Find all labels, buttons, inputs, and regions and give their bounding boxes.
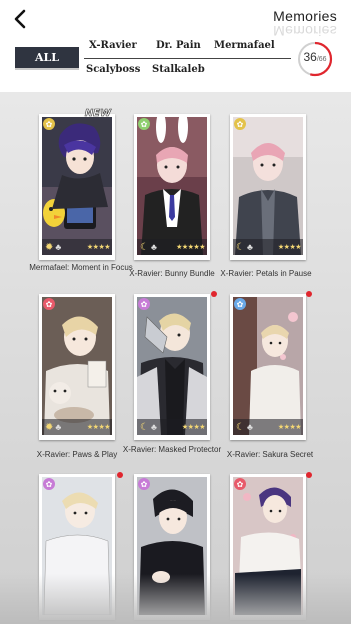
club-icon: ♣ [55, 422, 62, 432]
page-title: Memories [273, 8, 337, 24]
header: Memories Memories ALL X-Ravier Dr. Pain … [0, 0, 351, 92]
star-rating: ★★★★★ [176, 244, 205, 251]
rarity-badge-icon: ✿ [138, 118, 150, 130]
crescent-moon-icon: ☾ [140, 421, 149, 433]
star-rating: ★★★★ [277, 424, 302, 431]
club-icon: ♣ [55, 242, 62, 252]
rarity-badge-icon: ✿ [43, 478, 55, 490]
total-count: /66 [316, 56, 327, 63]
card-info-bar: ☾ ♣ ★★★★ [233, 419, 303, 435]
collection-counter: 36/66 [296, 40, 334, 78]
rarity-badge-icon: ✿ [43, 118, 55, 130]
star-rating: ★★★★ [181, 424, 206, 431]
rarity-badge-icon: ✿ [138, 478, 150, 490]
card-caption: X-Ravier: Sakura Secret [226, 450, 314, 459]
card-caption: X-Ravier: Petals in Pause [220, 269, 312, 278]
card-artwork [137, 117, 207, 255]
card-info-bar: ☾ ♣ ★★★★ [137, 419, 207, 435]
rarity-badge-icon: ✿ [234, 298, 246, 310]
rarity-badge-icon: ✿ [43, 298, 55, 310]
club-icon: ♣ [246, 422, 253, 432]
filter-divider [84, 58, 291, 59]
rarity-badge-icon: ✿ [234, 118, 246, 130]
rarity-badge-icon: ✿ [138, 298, 150, 310]
card-artwork [137, 297, 207, 435]
club-icon: ♣ [150, 242, 157, 252]
club-icon: ♣ [150, 422, 157, 432]
crescent-moon-icon: ☾ [236, 241, 245, 253]
crescent-moon-icon: ☾ [236, 421, 245, 433]
filter-mermafael[interactable]: Mermafael [214, 40, 275, 51]
sun-icon: ✹ [45, 241, 54, 253]
rarity-badge-icon: ✿ [234, 478, 246, 490]
filter-dr-pain[interactable]: Dr. Pain [156, 40, 201, 51]
filter-scalyboss[interactable]: Scalyboss [86, 64, 140, 75]
memory-card[interactable]: ✿ ☾ ♣ ★★★★ [230, 294, 306, 440]
card-info-bar: ☾ ♣ ★★★★★ [137, 239, 207, 255]
memory-card[interactable]: ✿ ☾ ♣ ★★★★★ [134, 114, 210, 260]
card-info-bar: ✹ ♣ ★★★★ [42, 239, 112, 255]
tab-all[interactable]: ALL [15, 47, 79, 68]
memory-card[interactable]: ✿ ☾ ♣ ★★★★ [230, 114, 306, 260]
page-title-reflection: Memories [273, 23, 337, 39]
notification-dot [117, 472, 123, 478]
card-artwork [42, 297, 112, 435]
memory-card[interactable]: ✿ ✹ ♣ ★★★★ [39, 294, 115, 440]
card-artwork [42, 117, 112, 255]
card-artwork [233, 117, 303, 255]
card-info-bar: ☾ ♣ ★★★★ [233, 239, 303, 255]
star-rating: ★★★★ [86, 244, 111, 251]
collected-count: 36 [303, 50, 317, 64]
star-rating: ★★★★ [86, 424, 111, 431]
crescent-moon-icon: ☾ [140, 241, 149, 253]
sun-icon: ✹ [45, 421, 54, 433]
back-arrow-icon[interactable] [10, 8, 32, 30]
club-icon: ♣ [246, 242, 253, 252]
notification-dot [211, 291, 217, 297]
new-label: NEW [84, 108, 111, 120]
filter-x-ravier[interactable]: X-Ravier [89, 40, 137, 51]
card-info-bar: ✹ ♣ ★★★★ [42, 419, 112, 435]
notification-dot [306, 472, 312, 478]
notification-dot [306, 291, 312, 297]
card-caption: X-Ravier: Masked Protector [122, 445, 222, 454]
star-rating: ★★★★ [277, 244, 302, 251]
card-artwork [233, 297, 303, 435]
filter-stalkaleb[interactable]: Stalkaleb [152, 64, 205, 75]
memory-card[interactable]: ✿ ☾ ♣ ★★★★ [134, 294, 210, 440]
memory-card[interactable]: NEW ✿ ✹ ♣ ★★★★ [39, 108, 115, 260]
memory-grid: NEW ✿ ✹ ♣ ★★★★ Mermafael: Moment in Focu… [0, 92, 351, 624]
bottom-fade [0, 574, 351, 624]
